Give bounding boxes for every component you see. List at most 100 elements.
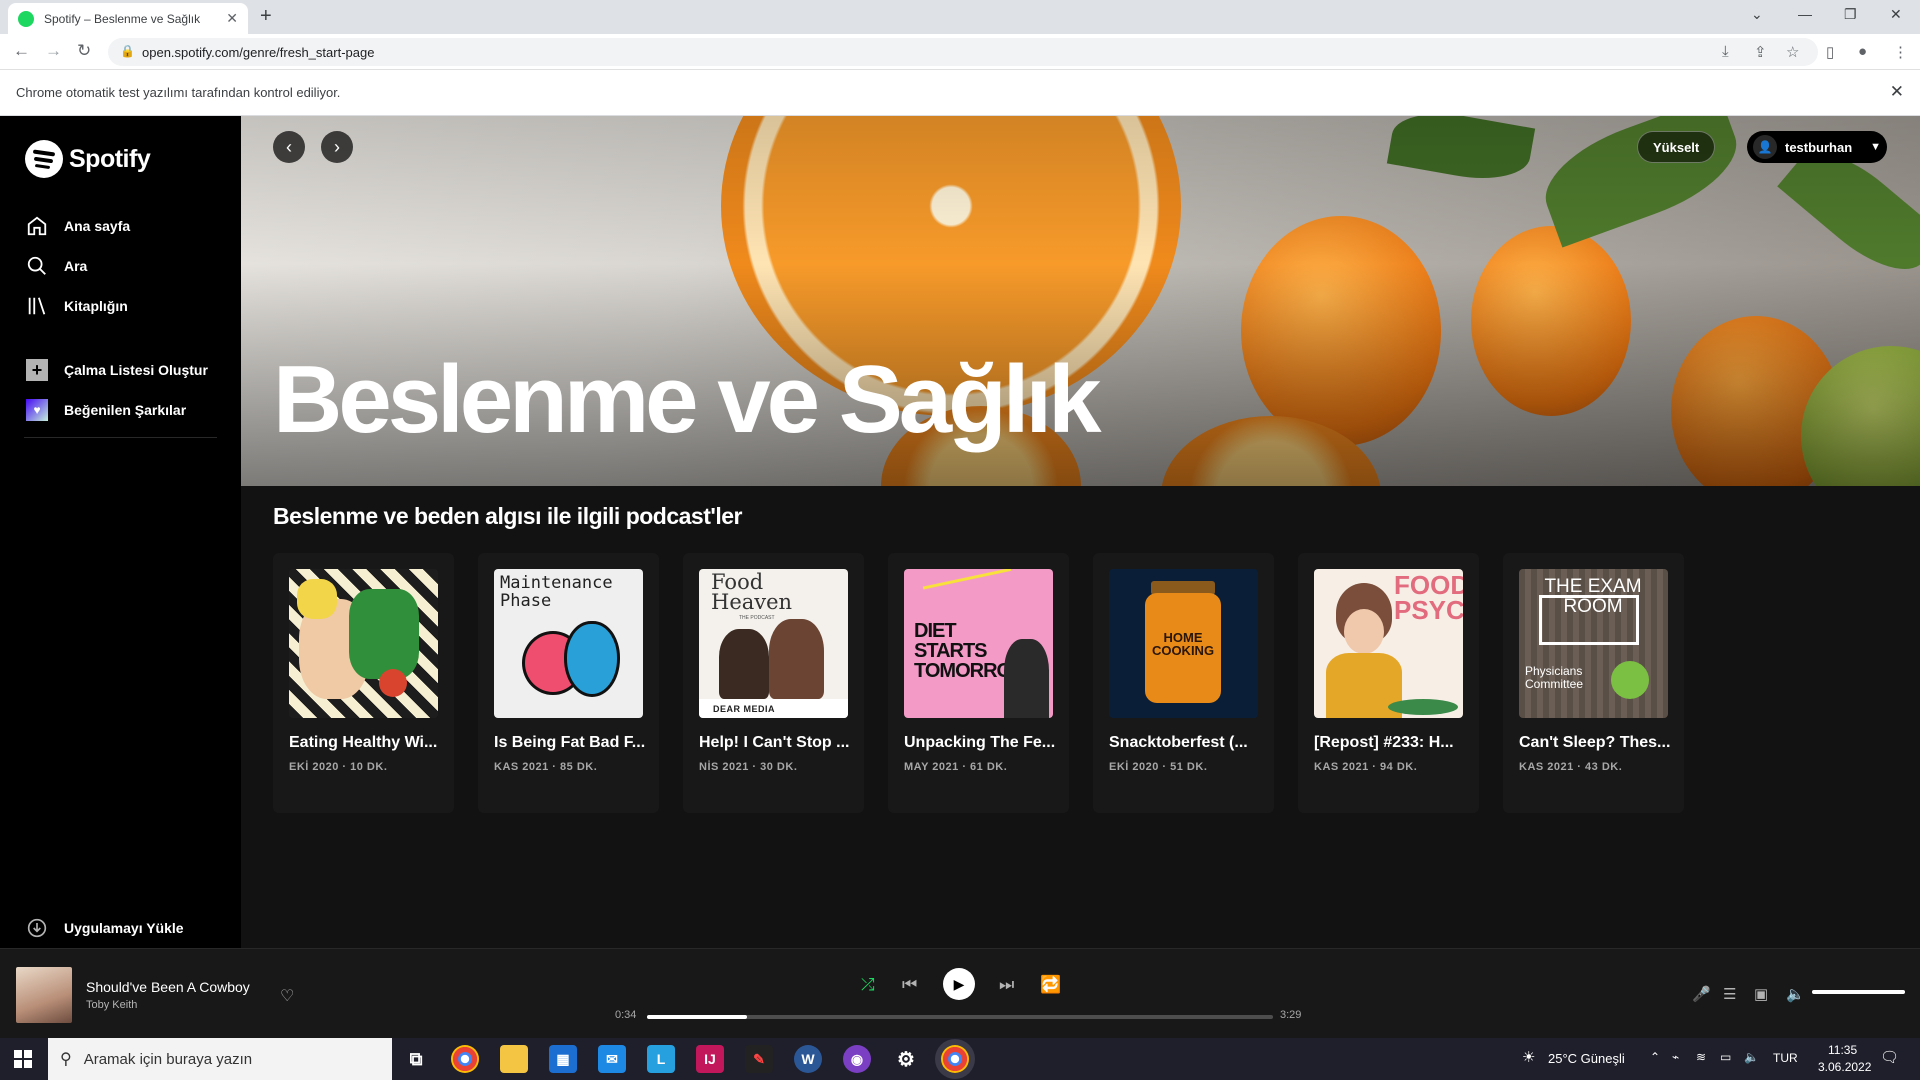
nav-search-label: Ara: [64, 258, 88, 274]
restore-icon[interactable]: ❐: [1844, 6, 1857, 23]
forward-icon[interactable]: →: [45, 41, 62, 61]
volume-slider[interactable]: [1812, 990, 1905, 994]
episode-card[interactable]: Maintenance Phase Is Being Fat Bad F... …: [478, 553, 659, 813]
lync-icon[interactable]: L: [647, 1045, 675, 1073]
create-playlist-button[interactable]: + Çalma Listesi Oluştur: [25, 358, 208, 382]
genre-hero-banner: ‹ › Yükselt 👤 testburhan ▼ Beslenme ve S…: [241, 116, 1920, 486]
nav-library-label: Kitaplığın: [64, 298, 128, 314]
episode-title: Can't Sleep? Thes...: [1519, 734, 1671, 751]
clock-time[interactable]: 11:35: [1828, 1043, 1857, 1057]
window-close-icon[interactable]: ✕: [1890, 6, 1902, 23]
chrome-icon[interactable]: [451, 1045, 479, 1073]
episode-cover: Food Heaven THE PODCAST DEAR MEDIA: [699, 569, 848, 718]
battery-icon[interactable]: ▭: [1720, 1050, 1731, 1064]
now-playing-cover[interactable]: [16, 967, 72, 1023]
mail-icon[interactable]: ✉: [598, 1045, 626, 1073]
nav-search[interactable]: Ara: [25, 254, 87, 278]
share-icon[interactable]: ⇪: [1754, 43, 1767, 61]
home-icon: [25, 214, 49, 238]
episode-cover: Maintenance Phase: [494, 569, 643, 718]
back-nav-button[interactable]: ‹: [273, 131, 305, 163]
minimize-icon[interactable]: —: [1798, 6, 1812, 22]
task-view-icon[interactable]: ⧉: [402, 1045, 430, 1073]
intellij-icon[interactable]: IJ: [696, 1045, 724, 1073]
reload-icon[interactable]: ↻: [77, 41, 91, 61]
address-bar[interactable]: 🔒 open.spotify.com/genre/fresh_start-pag…: [108, 38, 1818, 66]
main-view: ‹ › Yükselt 👤 testburhan ▼ Beslenme ve S…: [241, 116, 1920, 948]
track-title[interactable]: Should've Been A Cowboy: [86, 979, 250, 995]
episode-meta: EKİ 2020 · 51 DK.: [1109, 761, 1208, 773]
profile-icon[interactable]: ●: [1858, 43, 1867, 60]
install-app-icon[interactable]: ⤓: [1722, 43, 1729, 60]
infobar-close-icon[interactable]: ✕: [1890, 82, 1904, 102]
episode-title: Snacktoberfest (...: [1109, 734, 1248, 751]
speaker-icon[interactable]: 🔈: [1744, 1050, 1759, 1064]
episode-meta: NİS 2021 · 30 DK.: [699, 761, 798, 773]
lock-icon: 🔒: [120, 44, 135, 58]
episode-title: Eating Healthy Wi...: [289, 734, 438, 751]
lyrics-icon[interactable]: 🎤: [1692, 985, 1711, 1003]
forward-nav-button[interactable]: ›: [321, 131, 353, 163]
menu-dots-icon[interactable]: ⋮: [1893, 43, 1908, 61]
app-icon-purple[interactable]: ◉: [843, 1045, 871, 1073]
install-app-button[interactable]: Uygulamayı Yükle: [25, 916, 184, 940]
episode-cover: DIET STARTS TOMORROW: [904, 569, 1053, 718]
repeat-icon[interactable]: 🔁: [1040, 975, 1061, 995]
episode-title: Is Being Fat Bad F...: [494, 734, 646, 751]
tab-search-icon[interactable]: ⌄: [1751, 6, 1763, 23]
user-menu-button[interactable]: 👤 testburhan ▼: [1747, 131, 1887, 163]
episode-card[interactable]: Eating Healthy Wi... EKİ 2020 · 10 DK.: [273, 553, 454, 813]
episode-title: Help! I Can't Stop ...: [699, 734, 850, 751]
file-explorer-icon[interactable]: [500, 1045, 528, 1073]
windows-taskbar: ⚲ Aramak için buraya yazın ⧉ ▦ ✉ L IJ ✎ …: [0, 1038, 1920, 1080]
tray-chevron-icon[interactable]: ⌃: [1650, 1050, 1660, 1064]
weather-text[interactable]: 25°C Güneşli: [1548, 1051, 1625, 1066]
previous-track-icon[interactable]: ⏮: [902, 975, 917, 995]
tab-close-icon[interactable]: ✕: [226, 10, 238, 27]
like-heart-icon[interactable]: ♡: [280, 986, 294, 1006]
spotify-logo-text: Spotify: [69, 144, 151, 173]
upgrade-button[interactable]: Yükselt: [1637, 131, 1716, 163]
episode-cover: HOME COOKING: [1109, 569, 1258, 718]
store-icon[interactable]: ▦: [549, 1045, 577, 1073]
episode-card[interactable]: THE EXAM ROOM Physicians Committee Can't…: [1503, 553, 1684, 813]
next-track-icon[interactable]: ⏭: [999, 975, 1014, 995]
queue-icon[interactable]: ☰: [1723, 985, 1736, 1003]
volume-icon[interactable]: 🔈: [1786, 985, 1805, 1003]
progress-bar[interactable]: [647, 1015, 1273, 1019]
app-icon-w[interactable]: W: [794, 1045, 822, 1073]
windows-start-icon[interactable]: [14, 1050, 32, 1068]
library-icon: [25, 294, 49, 318]
spotify-logo[interactable]: Spotify: [25, 140, 151, 178]
episode-card[interactable]: HOME COOKING Snacktoberfest (... EKİ 202…: [1093, 553, 1274, 813]
chrome-active-icon[interactable]: [941, 1045, 969, 1073]
new-tab-icon[interactable]: +: [260, 5, 272, 28]
taskbar-search[interactable]: ⚲ Aramak için buraya yazın: [48, 1038, 392, 1080]
play-button[interactable]: ▶: [943, 968, 975, 1000]
liked-songs-button[interactable]: ♥ Beğenilen Şarkılar: [25, 398, 186, 422]
episode-meta: KAS 2021 · 43 DK.: [1519, 761, 1623, 773]
connect-device-icon[interactable]: ▣: [1754, 985, 1768, 1003]
episode-meta: KAS 2021 · 94 DK.: [1314, 761, 1418, 773]
episode-card[interactable]: FOOD PSYCH [Repost] #233: H... KAS 2021 …: [1298, 553, 1479, 813]
clock-date[interactable]: 3.06.2022: [1818, 1060, 1871, 1074]
episode-card[interactable]: DIET STARTS TOMORROW Unpacking The Fe...…: [888, 553, 1069, 813]
spotify-favicon-icon: [18, 10, 34, 27]
section-title[interactable]: Beslenme ve beden algısı ile ilgili podc…: [273, 503, 742, 530]
network-icon[interactable]: ⌁: [1672, 1050, 1679, 1064]
back-icon[interactable]: ←: [13, 41, 30, 61]
shuffle-icon[interactable]: ⤮: [861, 975, 875, 995]
nav-home[interactable]: Ana sayfa: [25, 214, 130, 238]
notification-icon[interactable]: 🗨: [1880, 1048, 1899, 1066]
nav-library[interactable]: Kitaplığın: [25, 294, 128, 318]
settings-gear-icon[interactable]: ⚙: [892, 1045, 920, 1073]
episode-card[interactable]: Food Heaven THE PODCAST DEAR MEDIA Help!…: [683, 553, 864, 813]
track-artist[interactable]: Toby Keith: [86, 999, 137, 1011]
elapsed-time: 0:34: [615, 1009, 637, 1021]
wifi-icon[interactable]: ≋: [1696, 1050, 1706, 1064]
paint-icon[interactable]: ✎: [745, 1045, 773, 1073]
bookmark-star-icon[interactable]: ☆: [1786, 43, 1799, 61]
language-indicator[interactable]: TUR: [1773, 1051, 1798, 1065]
side-panel-icon[interactable]: ▯: [1826, 43, 1834, 61]
browser-tab[interactable]: Spotify – Beslenme ve Sağlık ✕: [8, 3, 248, 34]
